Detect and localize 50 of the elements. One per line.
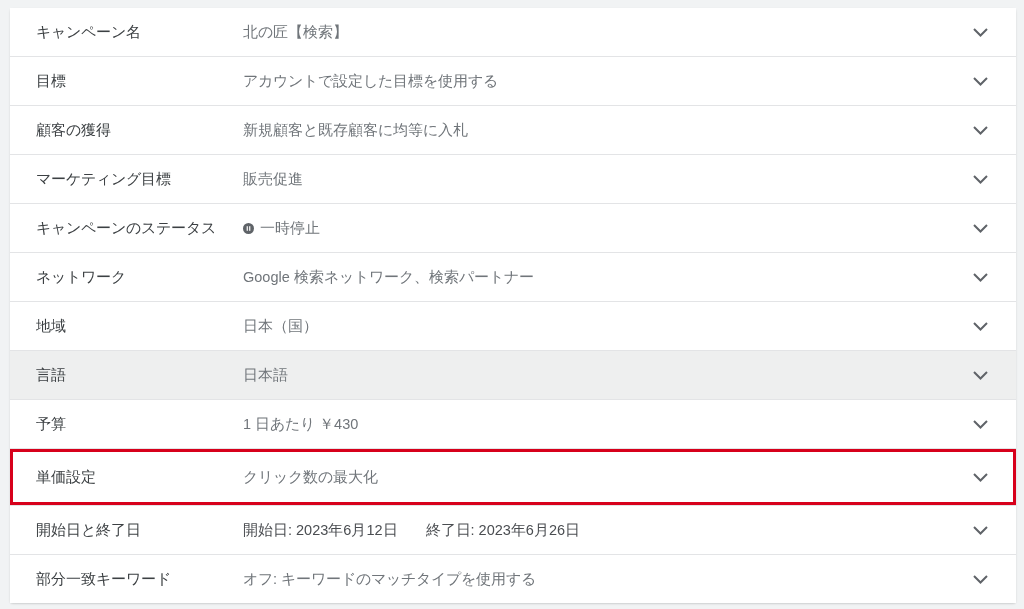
chevron-down-icon[interactable] [973,370,988,380]
chevron-down-icon[interactable] [973,76,988,86]
setting-row[interactable]: 地域 日本（国） [10,302,1016,350]
setting-row[interactable]: キャンペーンのステータス 一時停止 [10,204,1016,252]
setting-label: 言語 [36,365,67,385]
setting-label: 部分一致キーワード [36,569,172,589]
setting-label: 単価設定 [36,467,97,487]
chevron-down-icon[interactable] [973,574,988,584]
setting-row[interactable]: 部分一致キーワード オフ: キーワードのマッチタイプを使用する [10,555,1016,603]
setting-row[interactable]: ネットワーク Google 検索ネットワーク、検索パートナー [10,253,1016,301]
setting-label: 目標 [36,71,67,91]
setting-value: アカウントで設定した目標を使用する [243,71,498,91]
setting-value: 日本（国） [243,316,318,336]
setting-row[interactable]: キャンペーン名 北の匠【検索】 [10,8,1016,56]
setting-label: 開始日と終了日 [36,520,142,540]
setting-row[interactable]: マーケティング目標 販売促進 [10,155,1016,203]
setting-label: マーケティング目標 [36,169,172,189]
setting-value: 一時停止 [260,218,320,238]
setting-label: 顧客の獲得 [36,120,112,140]
setting-value: 販売促進 [243,169,303,189]
setting-label: ネットワーク [36,267,127,287]
setting-label: キャンペーンのステータス [36,218,217,238]
setting-value: Google 検索ネットワーク、検索パートナー [243,267,534,287]
chevron-down-icon[interactable] [973,272,988,282]
setting-value: 日本語 [243,365,288,385]
chevron-down-icon[interactable] [973,419,988,429]
pause-status-icon [243,222,254,234]
setting-value: クリック数の最大化 [243,467,378,487]
chevron-down-icon[interactable] [973,321,988,331]
setting-row[interactable]: 予算 1 日あたり ￥430 [10,400,1016,448]
chevron-down-icon[interactable] [973,125,988,135]
setting-value: オフ: キーワードのマッチタイプを使用する [243,569,537,589]
date-value: 終了日: 2023年6月26日 [425,520,581,540]
chevron-down-icon[interactable] [973,223,988,233]
chevron-down-icon[interactable] [973,27,988,37]
setting-row[interactable]: 単価設定 クリック数の最大化 [10,449,1016,505]
setting-value: 新規顧客と既存顧客に均等に入札 [243,120,468,140]
setting-row[interactable]: 顧客の獲得 新規顧客と既存顧客に均等に入札 [10,106,1016,154]
chevron-down-icon[interactable] [973,174,988,184]
setting-label: 地域 [36,316,67,336]
setting-row[interactable]: 開始日と終了日 開始日: 2023年6月12日 終了日: 2023年6月26日 [10,506,1016,554]
chevron-down-icon[interactable] [973,525,988,535]
date-value: 開始日: 2023年6月12日 [243,520,398,540]
setting-row[interactable]: 目標 アカウントで設定した目標を使用する [10,57,1016,105]
setting-value: 北の匠【検索】 [243,22,348,42]
setting-label: 予算 [36,414,67,434]
setting-label: キャンペーン名 [36,22,142,42]
chevron-down-icon[interactable] [973,472,988,482]
setting-row[interactable]: 言語 日本語 [10,351,1016,399]
setting-value: 1 日あたり ￥430 [243,414,359,434]
